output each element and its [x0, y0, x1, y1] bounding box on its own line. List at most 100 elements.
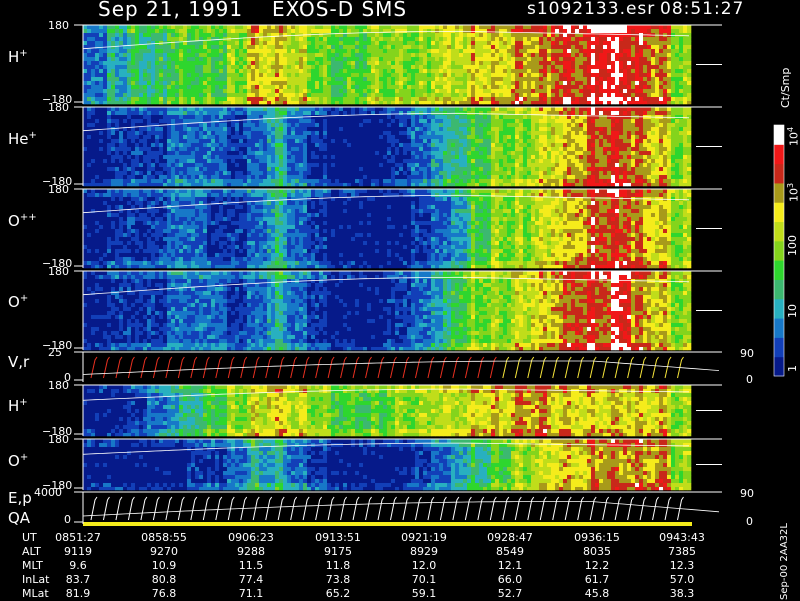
spectrogram-cell [575, 57, 579, 61]
spectrogram-cell [183, 151, 187, 155]
spectrogram-cell [415, 97, 419, 101]
spectrogram-cell [175, 81, 179, 85]
spectrogram-cell [451, 85, 455, 89]
spectrogram-cell [131, 179, 135, 183]
spectrogram-cell [363, 159, 367, 163]
spectrogram-cell [179, 119, 183, 123]
spectrogram-cell [311, 111, 315, 115]
spectrogram-cell [503, 65, 507, 69]
spectrogram-cell [107, 107, 111, 111]
spectrogram-cell [631, 41, 635, 45]
spectrogram-cell [679, 25, 683, 29]
spectrogram-cell [339, 127, 343, 131]
spectrogram-cell [127, 171, 131, 175]
spectrogram-cell [635, 37, 639, 41]
spectrogram-cell [363, 123, 367, 127]
spectrogram-cell [127, 89, 131, 93]
spectrogram-cell [587, 65, 591, 69]
spectrogram-cell [639, 57, 643, 61]
spectrogram-cell [307, 151, 311, 155]
spectrogram-cell [243, 111, 247, 115]
spectrogram-cell [403, 53, 407, 57]
spectrogram-cell [263, 151, 267, 155]
spectrogram-cell [611, 37, 615, 41]
spectrogram-cell [195, 111, 199, 115]
spectrogram-cell [343, 81, 347, 85]
spectrogram-cell [435, 183, 439, 186]
spectrogram-cell [563, 57, 567, 61]
spectrogram-cell [203, 73, 207, 77]
spectrogram-cell [459, 175, 463, 179]
spectrogram-cell [263, 171, 267, 175]
spectrogram-cell [247, 147, 251, 151]
spectrogram-cell [287, 127, 291, 131]
spectrogram-cell [395, 163, 399, 167]
spectrogram-cell [231, 69, 235, 73]
spectrogram-cell [95, 163, 99, 167]
spectrogram-cell [559, 93, 563, 97]
spectrogram-cell [435, 97, 439, 101]
spectrogram-cell [463, 107, 467, 111]
spectrogram-cell [247, 163, 251, 167]
spectrogram-cell [315, 143, 319, 147]
spectrogram-cell [307, 183, 311, 186]
spectrogram-cell [127, 159, 131, 163]
spectrogram-cell [155, 155, 159, 159]
spectrogram-cell [323, 159, 327, 163]
spectrogram-cell [207, 151, 211, 155]
spectrogram-cell [635, 81, 639, 85]
spectrogram-cell [463, 151, 467, 155]
spectrogram-cell [611, 93, 615, 97]
spectrogram-cell [491, 65, 495, 69]
spectrogram-cell [163, 155, 167, 159]
spectrogram-cell [423, 65, 427, 69]
spectrogram-cell [91, 167, 95, 171]
spectrogram-cell [115, 119, 119, 123]
spectrogram-cell [443, 49, 447, 53]
spectrogram-cell [219, 179, 223, 183]
spectrogram-cell [171, 147, 175, 151]
spectrogram-cell [263, 81, 267, 85]
spectrogram-cell [519, 69, 523, 73]
spectrogram-cell [111, 61, 115, 65]
spectrogram-cell [407, 61, 411, 65]
spectrogram-cell [483, 69, 487, 73]
spectrogram-cell [455, 45, 459, 49]
spectrogram-cell [459, 143, 463, 147]
spectrogram-cell [343, 25, 347, 29]
spectrogram-cell [207, 61, 211, 65]
spectrogram-cell [319, 171, 323, 175]
spectrogram-cell [523, 81, 527, 85]
spectrogram-cell [371, 155, 375, 159]
spectrogram-cell [299, 37, 303, 41]
spectrogram-cell [99, 73, 103, 77]
spectrogram-cell [191, 45, 195, 49]
spectrogram-cell [483, 57, 487, 61]
spectrogram-cell [183, 37, 187, 41]
spectrogram-cell [519, 81, 523, 85]
spectrogram-cell [535, 77, 539, 81]
spectrogram-cell [351, 93, 355, 97]
spectrogram-cell [143, 131, 147, 135]
spectrogram-cell [267, 143, 271, 147]
spectrogram-cell [151, 111, 155, 115]
spectrogram-cell [443, 97, 447, 101]
spectrogram-cell [95, 33, 99, 37]
spectrogram-cell [103, 81, 107, 85]
spectrogram-cell [87, 89, 91, 93]
spectrogram-cell [171, 143, 175, 147]
spectrogram-cell [555, 37, 559, 41]
spectrogram-cell [191, 147, 195, 151]
spectrogram-cell [503, 89, 507, 93]
spectrogram-cell [111, 123, 115, 127]
spectrogram-cell [387, 29, 391, 33]
spectrogram-cell [611, 97, 615, 101]
spectrogram-cell [499, 37, 503, 41]
spectrogram-cell [399, 77, 403, 81]
spectrogram-cell [315, 127, 319, 131]
spectrogram-cell [335, 123, 339, 127]
spectrogram-cell [311, 135, 315, 139]
spectrogram-cell [463, 127, 467, 131]
spectrogram-cell [307, 135, 311, 139]
spectrogram-cell [351, 167, 355, 171]
